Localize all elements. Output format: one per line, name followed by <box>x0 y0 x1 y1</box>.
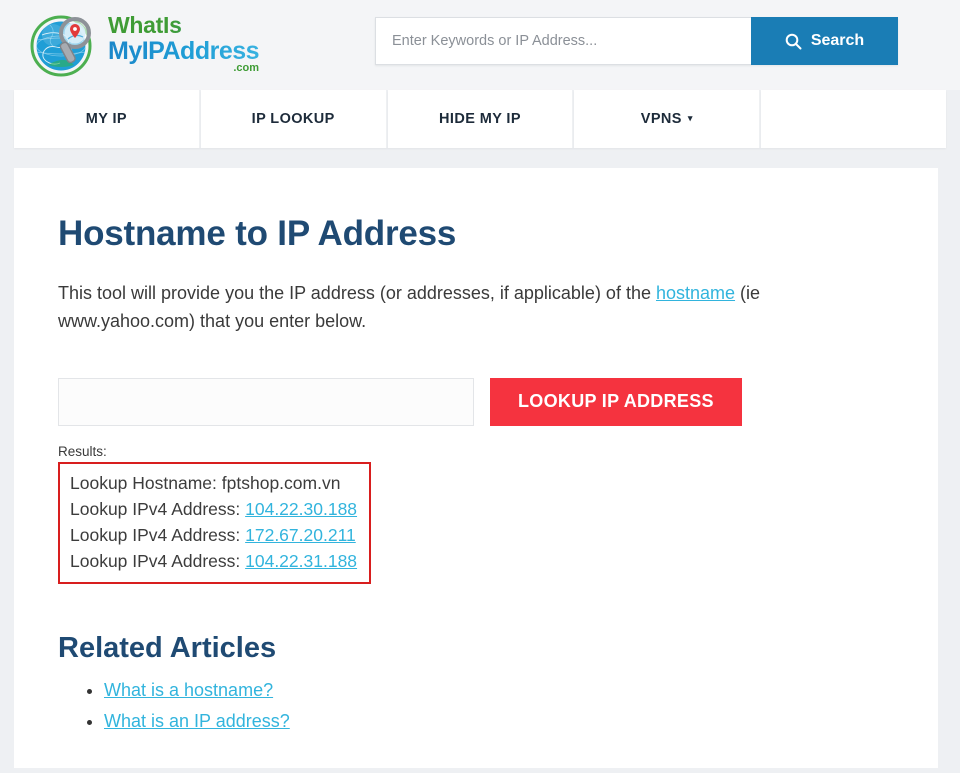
nav-label: HIDE MY IP <box>439 111 521 127</box>
results-label: Results: <box>58 443 107 459</box>
result-row-ipv4-3: Lookup IPv4 Address: 104.22.31.188 <box>70 548 357 574</box>
page-root: WhatIs MyIPAddress .com Search MY IP IP … <box>0 0 960 773</box>
result-row-ipv4-1: Lookup IPv4 Address: 104.22.30.188 <box>70 496 357 522</box>
main-navigation: MY IP IP LOOKUP HIDE MY IP VPNS ▾ <box>14 90 946 148</box>
results-highlight-box: Lookup Hostname: fptshop.com.vn Lookup I… <box>58 461 372 585</box>
globe-magnifier-logo-icon <box>28 9 100 81</box>
intro-text-part-1: This tool will provide you the IP addres… <box>58 283 656 303</box>
nav-item-vpns[interactable]: VPNS ▾ <box>574 90 762 148</box>
result-ipv4-link[interactable]: 172.67.20.211 <box>245 525 356 545</box>
site-header: WhatIs MyIPAddress .com Search <box>0 0 960 90</box>
result-row-hostname: Lookup Hostname: fptshop.com.vn <box>70 470 357 496</box>
nav-item-overflow <box>761 90 946 148</box>
result-prefix: Lookup IPv4 Address: <box>70 524 246 545</box>
site-logo[interactable]: WhatIs MyIPAddress .com <box>28 9 260 81</box>
result-row-ipv4-2: Lookup IPv4 Address: 172.67.20.211 <box>70 522 357 548</box>
lookup-ip-address-button[interactable]: LOOKUP IP ADDRESS <box>490 377 742 426</box>
logo-line-1: WhatIs <box>108 14 259 37</box>
nav-label: IP LOOKUP <box>251 111 335 127</box>
page-title: Hostname to IP Address <box>58 214 457 253</box>
list-item: What is a hostname? <box>104 675 894 706</box>
result-ipv4-link[interactable]: 104.22.31.188 <box>245 551 357 571</box>
result-prefix: Lookup IPv4 Address: <box>70 498 246 519</box>
search-button[interactable]: Search <box>751 17 898 65</box>
logo-wordmark: WhatIs MyIPAddress .com <box>108 14 260 76</box>
nav-label: VPNS <box>640 111 682 127</box>
result-prefix: Lookup Hostname: <box>70 472 222 493</box>
result-ipv4-link[interactable]: 104.22.30.188 <box>245 499 357 519</box>
nav-item-my-ip[interactable]: MY IP <box>14 90 201 148</box>
related-articles-list: What is a hostname? What is an IP addres… <box>104 675 894 737</box>
result-prefix: Lookup IPv4 Address: <box>70 550 246 571</box>
lookup-form: LOOKUP IP ADDRESS <box>58 377 894 426</box>
intro-paragraph: This tool will provide you the IP addres… <box>58 280 888 336</box>
search-button-label: Search <box>810 32 865 49</box>
content-card: Hostname to IP Address This tool will pr… <box>14 168 938 768</box>
related-article-link-hostname[interactable]: What is a hostname? <box>104 680 273 700</box>
related-article-link-ip-address[interactable]: What is an IP address? <box>104 711 290 731</box>
nav-item-hide-my-ip[interactable]: HIDE MY IP <box>387 90 575 148</box>
globe-icon <box>30 15 92 77</box>
list-item: What is an IP address? <box>104 706 894 737</box>
hostname-input[interactable] <box>58 377 474 426</box>
search-input[interactable] <box>375 17 751 65</box>
chevron-down-icon: ▾ <box>687 112 693 123</box>
header-search: Search <box>375 17 898 65</box>
result-hostname-value: fptshop.com.vn <box>221 472 341 493</box>
hostname-link[interactable]: hostname <box>656 283 735 303</box>
logo-line-2: MyIPAddress <box>108 37 260 65</box>
search-icon <box>785 33 802 49</box>
nav-label: MY IP <box>85 111 127 127</box>
nav-item-ip-lookup[interactable]: IP LOOKUP <box>200 90 388 148</box>
related-articles-title: Related Articles <box>58 632 277 665</box>
